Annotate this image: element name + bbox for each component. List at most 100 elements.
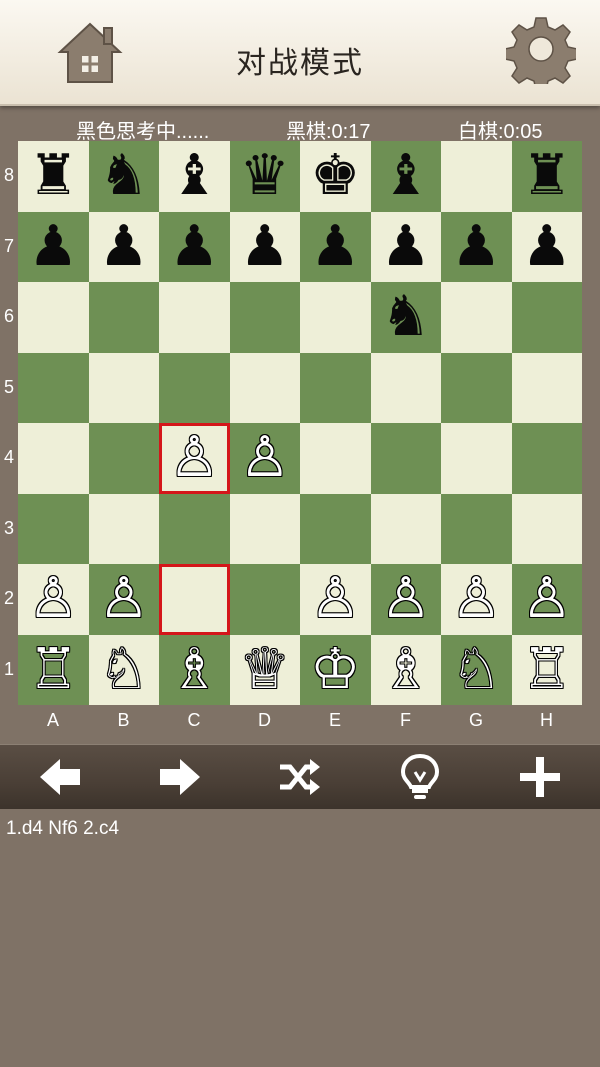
square-c4[interactable]: ♙ — [159, 423, 230, 494]
square-g8[interactable] — [441, 141, 512, 212]
black-queen-icon[interactable]: ♛ — [230, 141, 301, 212]
square-b2[interactable]: ♙ — [88, 564, 160, 635]
white-pawn-icon[interactable]: ♙ — [159, 423, 230, 494]
hint-button[interactable] — [390, 751, 450, 803]
white-pawn-icon[interactable]: ♙ — [300, 564, 371, 635]
square-a3[interactable] — [18, 493, 89, 564]
square-g2[interactable]: ♙ — [441, 564, 512, 635]
black-knight-icon[interactable]: ♞ — [89, 141, 160, 212]
white-rook-icon[interactable]: ♖ — [512, 635, 583, 706]
square-g5[interactable] — [441, 352, 512, 423]
white-knight-icon[interactable]: ♘ — [89, 635, 160, 706]
square-c1[interactable]: ♗ — [159, 634, 230, 706]
square-f5[interactable] — [370, 352, 441, 423]
black-bishop-icon[interactable]: ♝ — [159, 141, 230, 212]
white-knight-icon[interactable]: ♘ — [441, 635, 512, 706]
white-pawn-icon[interactable]: ♙ — [230, 423, 301, 494]
square-h2[interactable]: ♙ — [511, 564, 583, 635]
black-pawn-icon[interactable]: ♟ — [441, 212, 512, 283]
square-a8[interactable]: ♜ — [18, 141, 89, 212]
square-e2[interactable]: ♙ — [300, 564, 371, 635]
square-c6[interactable] — [159, 282, 230, 353]
black-knight-icon[interactable]: ♞ — [371, 282, 442, 353]
white-pawn-icon[interactable]: ♙ — [512, 564, 583, 635]
square-g7[interactable]: ♟ — [441, 211, 512, 283]
square-d6[interactable] — [229, 282, 300, 353]
square-d1[interactable]: ♕ — [229, 634, 301, 706]
square-h7[interactable]: ♟ — [511, 211, 583, 283]
undo-button[interactable] — [30, 751, 90, 803]
square-g1[interactable]: ♘ — [441, 634, 512, 706]
square-b4[interactable] — [88, 423, 159, 494]
square-f1[interactable]: ♗ — [370, 634, 442, 706]
new-game-button[interactable] — [510, 751, 570, 803]
square-b1[interactable]: ♘ — [88, 634, 160, 706]
square-e5[interactable] — [300, 352, 371, 423]
black-pawn-icon[interactable]: ♟ — [89, 212, 160, 283]
square-f3[interactable] — [370, 493, 441, 564]
black-rook-icon[interactable]: ♜ — [18, 141, 89, 212]
square-e6[interactable] — [300, 282, 371, 353]
black-rook-icon[interactable]: ♜ — [512, 141, 583, 212]
square-f2[interactable]: ♙ — [370, 564, 442, 635]
white-bishop-icon[interactable]: ♗ — [371, 635, 442, 706]
redo-button[interactable] — [150, 751, 210, 803]
black-king-icon[interactable]: ♚ — [300, 141, 371, 212]
black-pawn-icon[interactable]: ♟ — [159, 212, 230, 283]
square-h8[interactable]: ♜ — [511, 141, 583, 212]
square-d5[interactable] — [229, 352, 300, 423]
white-pawn-icon[interactable]: ♙ — [18, 564, 89, 635]
settings-button[interactable] — [504, 14, 578, 91]
square-g4[interactable] — [441, 423, 512, 494]
square-e4[interactable] — [300, 423, 371, 494]
square-h5[interactable] — [511, 352, 582, 423]
square-f6[interactable]: ♞ — [370, 282, 442, 353]
square-d8[interactable]: ♛ — [229, 141, 301, 212]
square-d7[interactable]: ♟ — [229, 211, 301, 283]
square-b3[interactable] — [88, 493, 159, 564]
white-pawn-icon[interactable]: ♙ — [441, 564, 512, 635]
square-a1[interactable]: ♖ — [18, 634, 89, 706]
square-d3[interactable] — [229, 493, 300, 564]
square-h4[interactable] — [511, 423, 582, 494]
white-pawn-icon[interactable]: ♙ — [89, 564, 160, 635]
square-g3[interactable] — [441, 493, 512, 564]
square-h6[interactable] — [511, 282, 582, 353]
white-rook-icon[interactable]: ♖ — [18, 635, 89, 706]
square-d2[interactable] — [229, 564, 300, 635]
square-f8[interactable]: ♝ — [370, 141, 442, 212]
square-e3[interactable] — [300, 493, 371, 564]
black-pawn-icon[interactable]: ♟ — [18, 212, 89, 283]
square-c8[interactable]: ♝ — [159, 141, 230, 212]
black-bishop-icon[interactable]: ♝ — [371, 141, 442, 212]
black-pawn-icon[interactable]: ♟ — [371, 212, 442, 283]
square-b6[interactable] — [88, 282, 159, 353]
square-a5[interactable] — [18, 352, 89, 423]
square-e1[interactable]: ♔ — [300, 634, 371, 705]
square-d4[interactable]: ♙ — [229, 423, 301, 494]
square-a7[interactable]: ♟ — [18, 211, 89, 283]
square-a2[interactable]: ♙ — [18, 564, 89, 635]
square-f4[interactable] — [370, 423, 441, 494]
square-e7[interactable]: ♟ — [300, 211, 371, 283]
square-c7[interactable]: ♟ — [159, 211, 230, 283]
square-b8[interactable]: ♞ — [88, 141, 160, 212]
square-f7[interactable]: ♟ — [370, 211, 442, 283]
square-a4[interactable] — [18, 423, 89, 494]
square-g6[interactable] — [441, 282, 512, 353]
square-h3[interactable] — [511, 493, 582, 564]
square-e8[interactable]: ♚ — [300, 141, 371, 212]
white-queen-icon[interactable]: ♕ — [230, 635, 301, 706]
square-b7[interactable]: ♟ — [88, 211, 160, 283]
square-c2[interactable] — [159, 564, 230, 635]
square-c5[interactable] — [159, 352, 230, 423]
black-pawn-icon[interactable]: ♟ — [512, 212, 583, 283]
black-pawn-icon[interactable]: ♟ — [230, 212, 301, 283]
white-bishop-icon[interactable]: ♗ — [159, 635, 230, 706]
square-b5[interactable] — [88, 352, 159, 423]
square-h1[interactable]: ♖ — [511, 634, 583, 706]
shuffle-button[interactable] — [270, 751, 330, 803]
black-pawn-icon[interactable]: ♟ — [300, 212, 371, 283]
square-c3[interactable] — [159, 493, 230, 564]
white-pawn-icon[interactable]: ♙ — [371, 564, 442, 635]
